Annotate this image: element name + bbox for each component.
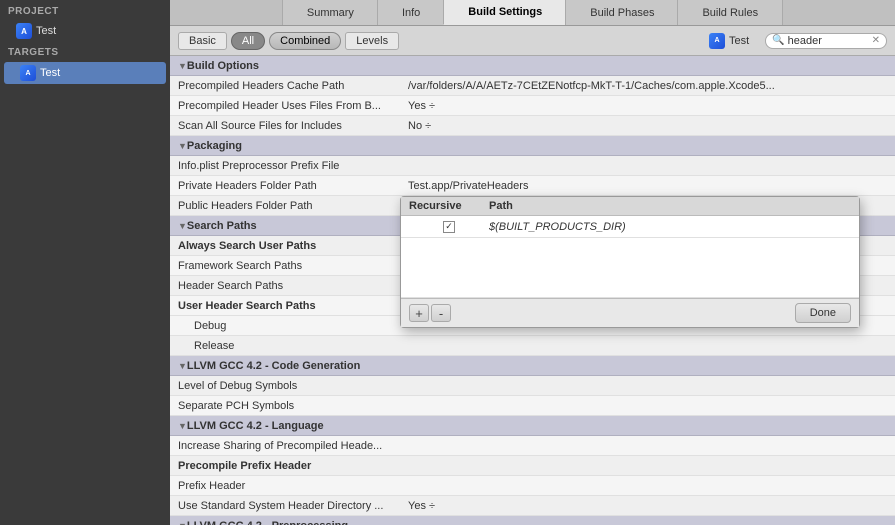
settings-key: Use Standard System Header Directory ... [178, 500, 408, 512]
popup-checkbox[interactable] [443, 221, 455, 233]
settings-row: Level of Debug Symbols [170, 376, 895, 396]
settings-row: Increase Sharing of Precompiled Heade... [170, 436, 895, 456]
section-header: Packaging [170, 136, 895, 156]
settings-value: Yes ÷ [408, 100, 887, 112]
filter-combined-button[interactable]: Combined [269, 32, 341, 50]
settings-key: Public Headers Folder Path [178, 200, 408, 212]
popup-add-button[interactable]: + [409, 304, 429, 322]
tab-build-rules[interactable]: Build Rules [677, 0, 783, 25]
settings-key: Precompile Prefix Header [178, 460, 408, 472]
popup-col-recursive-label: Recursive [409, 200, 489, 212]
sidebar-target-item[interactable]: A Test [4, 62, 166, 84]
filter-bar: Basic All Combined Levels A Test 🔍 ✕ [170, 26, 895, 56]
settings-key: Level of Debug Symbols [178, 380, 408, 392]
settings-key: Prefix Header [178, 480, 408, 492]
settings-row: Precompiled Headers Cache Path/var/folde… [170, 76, 895, 96]
tab-info[interactable]: Info [377, 0, 445, 25]
settings-row: Release [170, 336, 895, 356]
popup-row[interactable]: $(BUILT_PRODUCTS_DIR) [401, 216, 859, 238]
settings-key: Increase Sharing of Precompiled Heade... [178, 440, 408, 452]
main-area: Summary Info Build Settings Build Phases… [170, 0, 895, 525]
settings-value: /var/folders/A/A/AETz-7CEtZENotfcp-MkT-T… [408, 80, 887, 92]
settings-key: Debug [178, 320, 408, 332]
popup-header: RecursivePath [401, 197, 859, 216]
target-display-icon: A [709, 33, 725, 49]
filter-basic-button[interactable]: Basic [178, 32, 227, 50]
filter-levels-button[interactable]: Levels [345, 32, 399, 50]
section-header: LLVM GCC 4.2 - Preprocessing [170, 516, 895, 525]
project-section-label: PROJECT [0, 0, 170, 21]
settings-key: Precompiled Headers Cache Path [178, 80, 408, 92]
settings-key: Always Search User Paths [178, 240, 408, 252]
settings-key: Scan All Source Files for Includes [178, 120, 408, 132]
popup-remove-button[interactable]: - [431, 304, 451, 322]
targets-section-label: TARGETS [0, 41, 170, 62]
section-header: LLVM GCC 4.2 - Code Generation [170, 356, 895, 376]
settings-value: No ÷ [408, 120, 887, 132]
settings-key: User Header Search Paths [178, 300, 408, 312]
settings-value: Yes ÷ [408, 500, 887, 512]
user-header-search-paths-popup: RecursivePath $(BUILT_PRODUCTS_DIR) +- Done [400, 196, 860, 328]
settings-key: Framework Search Paths [178, 260, 408, 272]
sidebar-project-item[interactable]: A Test [0, 21, 170, 41]
settings-row: Precompile Prefix Header [170, 456, 895, 476]
project-name: Test [36, 25, 56, 37]
popup-empty-area [401, 238, 859, 298]
section-header: LLVM GCC 4.2 - Language [170, 416, 895, 436]
settings-key: Private Headers Folder Path [178, 180, 408, 192]
search-icon: 🔍 [772, 35, 784, 46]
tab-build-settings[interactable]: Build Settings [443, 0, 567, 25]
settings-row: Info.plist Preprocessor Prefix File [170, 156, 895, 176]
settings-row: Prefix Header [170, 476, 895, 496]
tab-summary[interactable]: Summary [282, 0, 379, 25]
settings-key: Precompiled Header Uses Files From B... [178, 100, 408, 112]
sidebar: PROJECT A Test TARGETS A Test [0, 0, 170, 525]
popup-checkbox-cell [409, 221, 489, 233]
search-input[interactable] [788, 35, 868, 47]
settings-key: Header Search Paths [178, 280, 408, 292]
top-tabs: Summary Info Build Settings Build Phases… [170, 0, 895, 26]
settings-row: Use Standard System Header Directory ...… [170, 496, 895, 516]
project-icon: A [16, 23, 32, 39]
search-box: 🔍 ✕ [765, 33, 887, 49]
target-display-name: Test [729, 35, 749, 47]
settings-key: Separate PCH Symbols [178, 400, 408, 412]
popup-col-path-label: Path [489, 200, 851, 212]
filter-all-button[interactable]: All [231, 32, 265, 50]
settings-row: Separate PCH Symbols [170, 396, 895, 416]
section-header: Build Options [170, 56, 895, 76]
popup-path-value: $(BUILT_PRODUCTS_DIR) [489, 221, 851, 233]
search-clear-icon[interactable]: ✕ [872, 35, 880, 46]
target-name: Test [40, 67, 60, 79]
popup-done-button[interactable]: Done [795, 303, 851, 323]
target-icon: A [20, 65, 36, 81]
settings-table: Build OptionsPrecompiled Headers Cache P… [170, 56, 895, 525]
settings-row: Scan All Source Files for IncludesNo ÷ [170, 116, 895, 136]
settings-key: Info.plist Preprocessor Prefix File [178, 160, 408, 172]
popup-add-remove-buttons: +- [409, 304, 451, 322]
settings-value: Test.app/PrivateHeaders [408, 180, 887, 192]
settings-row: Private Headers Folder PathTest.app/Priv… [170, 176, 895, 196]
target-display-label: A Test [709, 33, 749, 49]
settings-row: Precompiled Header Uses Files From B...Y… [170, 96, 895, 116]
popup-footer: +- Done [401, 298, 859, 327]
settings-key: Release [178, 340, 408, 352]
tab-build-phases[interactable]: Build Phases [565, 0, 679, 25]
